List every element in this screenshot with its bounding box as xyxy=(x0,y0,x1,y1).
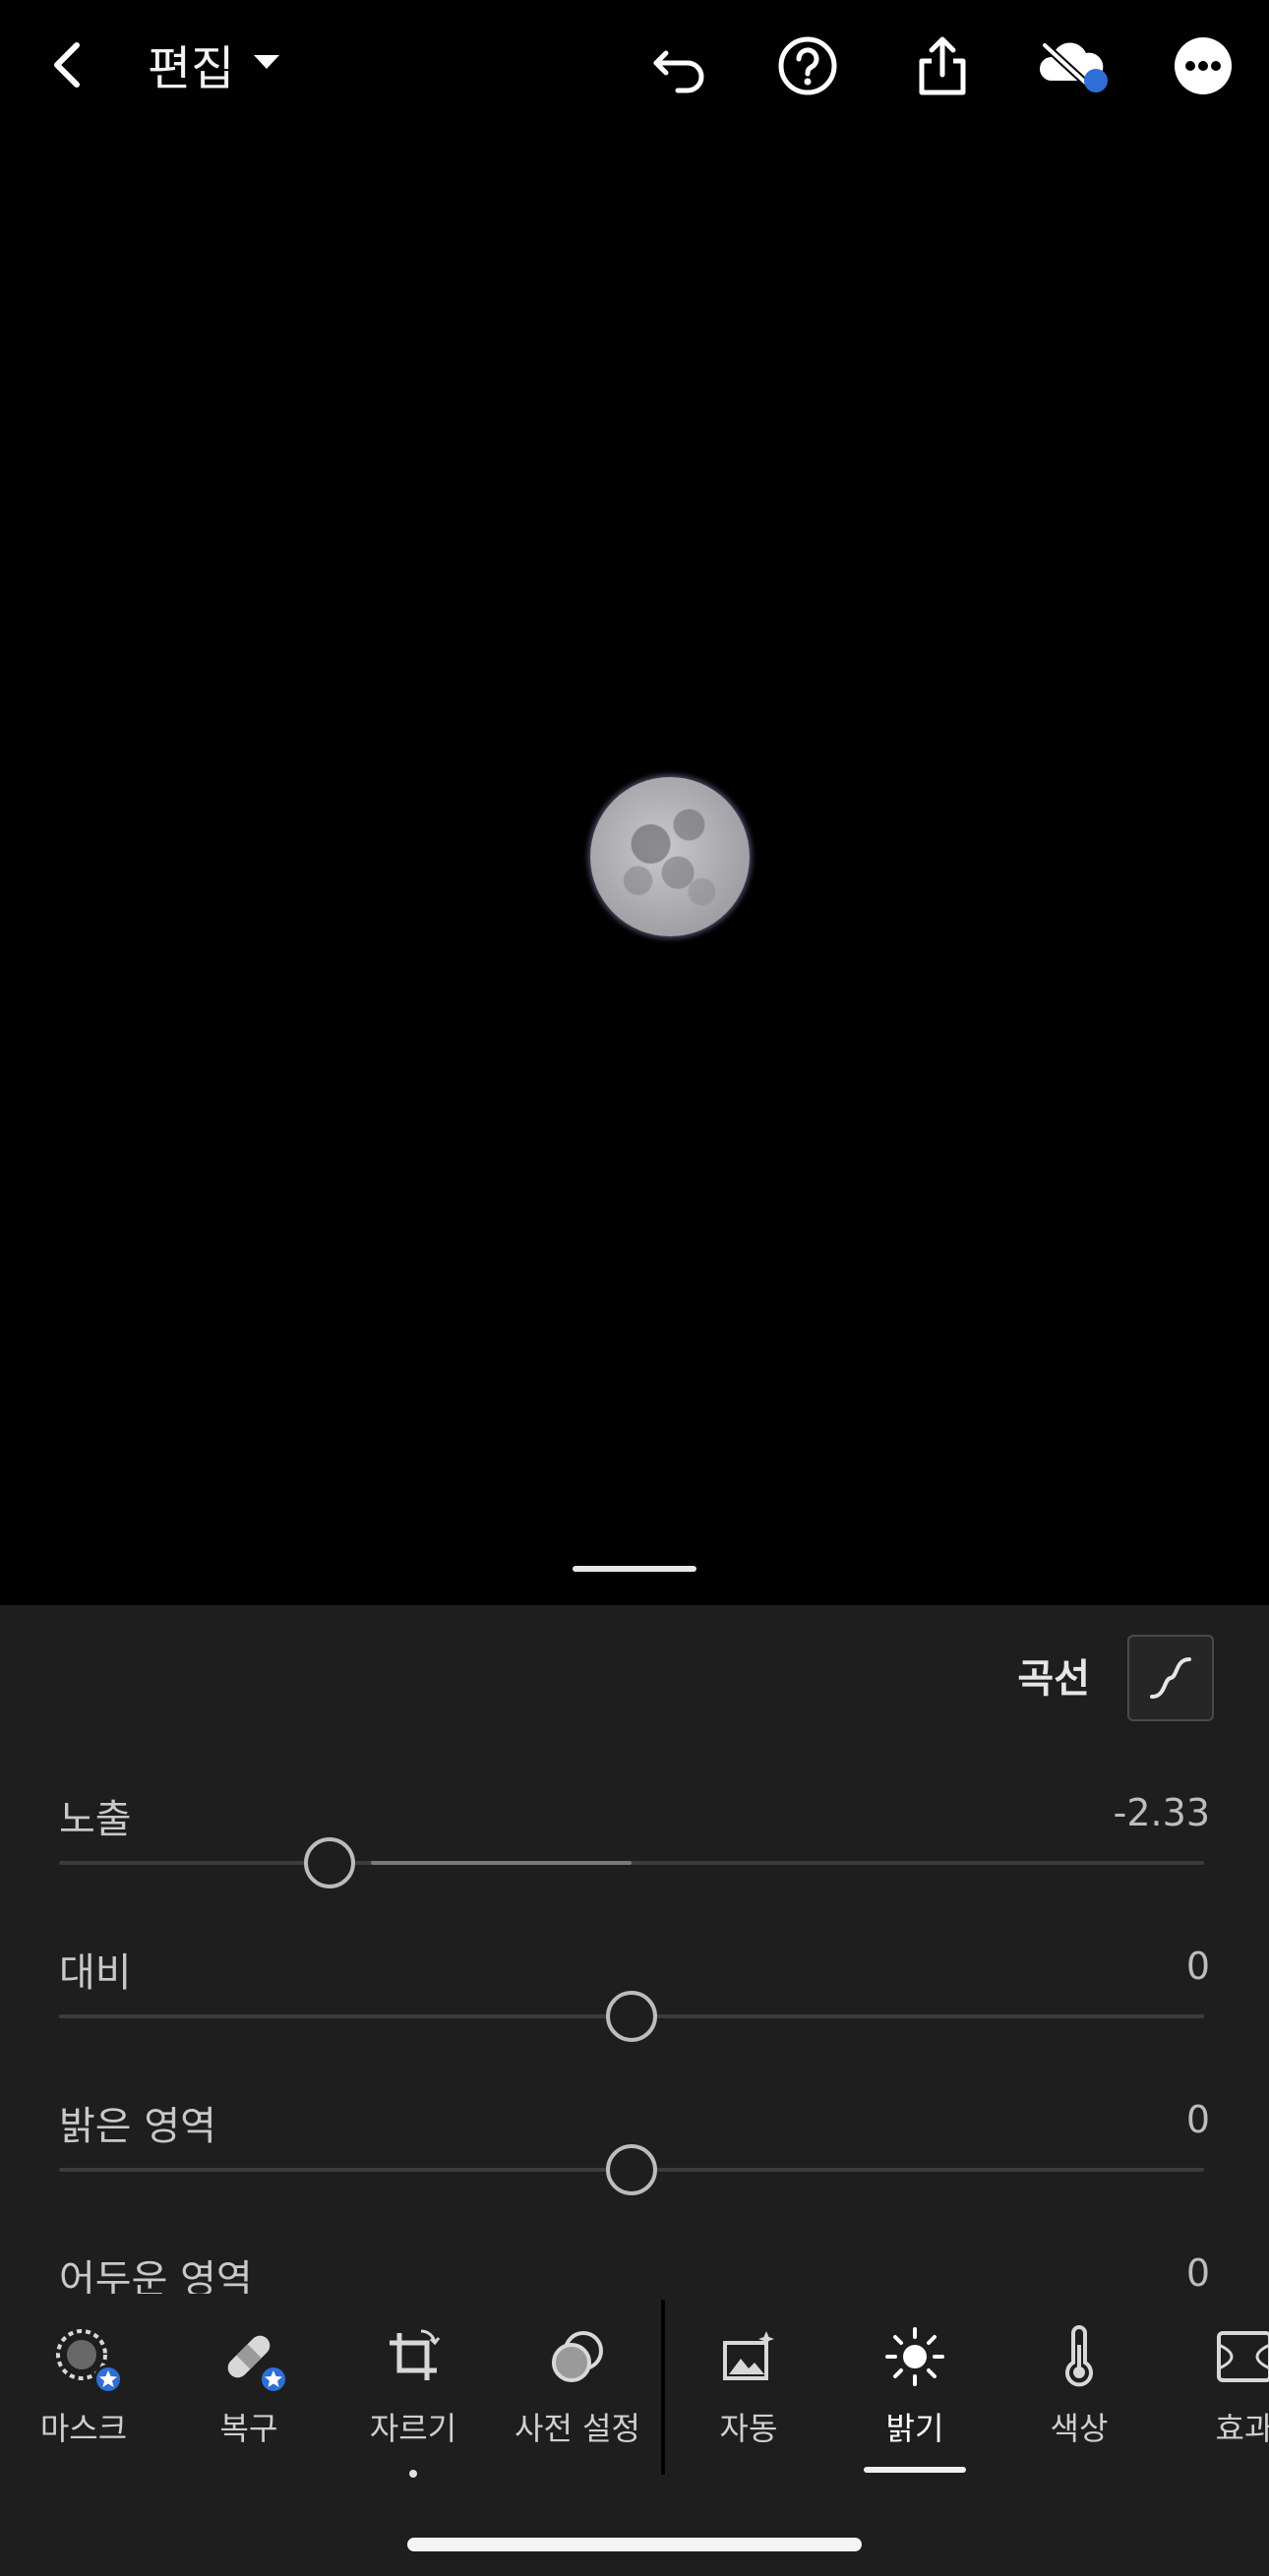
slider-value: 0 xyxy=(1185,1945,1210,1988)
tool-auto[interactable]: 자동 xyxy=(665,2294,832,2481)
tool-label: 마스크 xyxy=(39,2410,128,2447)
exposure-slider[interactable]: 노출 -2.33 xyxy=(59,1787,1210,1925)
help-icon[interactable] xyxy=(773,31,842,100)
curve-icon xyxy=(1150,1657,1191,1699)
tool-label: 사전 설정 xyxy=(514,2410,640,2447)
moon-photo xyxy=(590,777,750,936)
edit-mode-dropdown[interactable]: 편집 xyxy=(148,30,281,98)
tool-label: 자동 xyxy=(719,2410,778,2447)
slider-label: 밝은 영역 xyxy=(59,2104,216,2149)
back-arrow-icon[interactable] xyxy=(39,35,98,94)
slider-thumb[interactable] xyxy=(606,1991,657,2042)
undo-icon[interactable] xyxy=(644,31,713,100)
chevron-down-icon xyxy=(252,52,281,76)
selected-dot xyxy=(409,2470,417,2478)
top-bar: 편집 xyxy=(0,0,1269,138)
tool-light[interactable]: 밝기 xyxy=(831,2294,998,2481)
tool-label: 색상 xyxy=(1050,2410,1109,2447)
premium-star-icon xyxy=(93,2365,123,2394)
tool-label: 효과 xyxy=(1215,2410,1269,2447)
tool-label: 자르기 xyxy=(369,2410,457,2447)
bottom-toolbar: 마스크 복구 자르기 사전 설정 자동 밝기 색상 효과 xyxy=(0,2294,1269,2481)
premium-star-icon xyxy=(259,2365,288,2394)
slider-value: 0 xyxy=(1185,2251,1210,2295)
share-icon[interactable] xyxy=(908,31,977,100)
slider-thumb[interactable] xyxy=(606,2144,657,2195)
presets-icon xyxy=(546,2325,609,2388)
tool-color[interactable]: 색상 xyxy=(996,2294,1163,2481)
slider-label: 대비 xyxy=(59,1950,132,1996)
tool-crop[interactable]: 자르기 xyxy=(330,2294,497,2481)
tool-effects[interactable]: 효과 xyxy=(1161,2294,1269,2481)
tool-label: 복구 xyxy=(219,2410,278,2447)
tool-mask[interactable]: 마스크 xyxy=(0,2294,167,2481)
effects-icon xyxy=(1213,2325,1269,2388)
crop-icon xyxy=(382,2325,445,2388)
panel-grab-handle[interactable] xyxy=(573,1566,696,1572)
slider-value: -2.33 xyxy=(1113,1791,1210,1834)
highlights-slider[interactable]: 밝은 영역 0 xyxy=(59,2094,1210,2232)
curve-label: 곡선 xyxy=(1017,1656,1090,1702)
edit-mode-label: 편집 xyxy=(148,41,235,96)
tool-label: 밝기 xyxy=(885,2410,944,2447)
slider-label: 노출 xyxy=(59,1797,132,1842)
thermometer-icon xyxy=(1048,2325,1111,2388)
more-icon[interactable] xyxy=(1169,31,1238,100)
slider-value: 0 xyxy=(1185,2098,1210,2141)
home-indicator xyxy=(407,2538,862,2551)
slider-thumb[interactable] xyxy=(303,1837,355,1888)
tool-healing[interactable]: 복구 xyxy=(165,2294,332,2481)
mask-icon xyxy=(52,2325,123,2394)
curve-button[interactable] xyxy=(1127,1635,1214,1721)
light-sun-icon xyxy=(883,2325,946,2388)
auto-icon xyxy=(717,2325,780,2388)
cloud-sync-off-icon[interactable] xyxy=(1035,31,1108,100)
tool-presets[interactable]: 사전 설정 xyxy=(494,2294,661,2481)
slider-fill xyxy=(370,1861,632,1865)
healing-bandage-icon xyxy=(217,2325,288,2394)
slider-track[interactable] xyxy=(59,1861,1204,1865)
contrast-slider[interactable]: 대비 0 xyxy=(59,1941,1210,2078)
active-tab-underline xyxy=(864,2467,966,2473)
